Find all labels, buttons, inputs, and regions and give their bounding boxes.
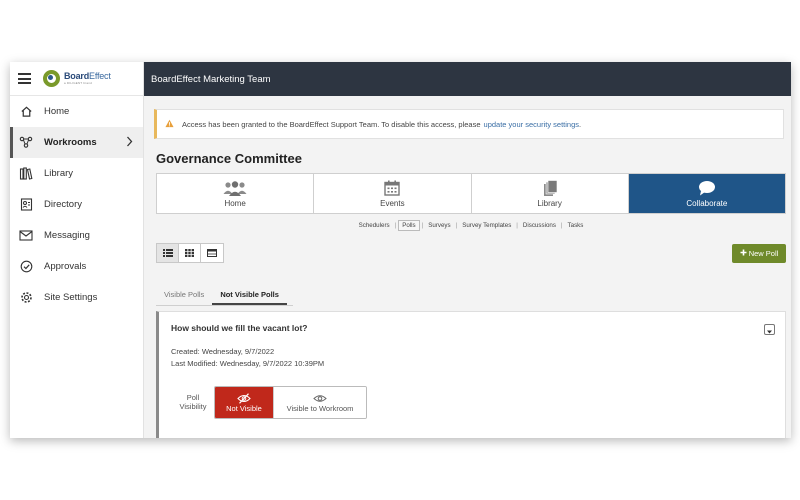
poll-visibility-toggle: Not Visible Visible to Workroom bbox=[214, 386, 367, 419]
new-poll-button[interactable]: New Poll bbox=[732, 244, 786, 263]
logo-wordmark: BoardEffect bbox=[64, 71, 111, 81]
sidebar: BoardEffect a DILIGENT brand Home Workro… bbox=[10, 62, 144, 438]
main-content: BoardEffect Marketing Team Access has be… bbox=[144, 62, 791, 438]
library-icon bbox=[19, 167, 33, 181]
tile-collaborate[interactable]: Collaborate bbox=[628, 174, 785, 213]
grid-view-icon bbox=[185, 244, 194, 262]
warning-icon bbox=[165, 119, 174, 130]
option-label: Visible to Workroom bbox=[286, 404, 354, 413]
subnav-schedulers[interactable]: Schedulers bbox=[356, 221, 393, 230]
sidebar-header: BoardEffect a DILIGENT brand bbox=[10, 62, 143, 96]
eye-icon bbox=[313, 392, 327, 404]
subnav-survey-templates[interactable]: Survey Templates bbox=[459, 221, 514, 230]
sidebar-item-site-settings[interactable]: Site Settings bbox=[10, 282, 143, 313]
alert-text: Access has been granted to the BoardEffe… bbox=[182, 119, 481, 129]
sidebar-item-label: Messaging bbox=[44, 230, 90, 241]
collaborate-subnav: Schedulers | Polls | Surveys | Survey Templ… bbox=[156, 220, 786, 231]
subnav-discussions[interactable]: Discussions bbox=[520, 221, 559, 230]
list-view-button[interactable] bbox=[157, 244, 179, 262]
sidebar-item-label: Library bbox=[44, 168, 74, 179]
check-circle-icon bbox=[19, 260, 33, 274]
workroom-tiles: Home Events Library Collaborate bbox=[156, 173, 786, 214]
sidebar-item-workrooms[interactable]: Workrooms bbox=[10, 127, 143, 158]
sidebar-item-label: Approvals bbox=[44, 261, 87, 272]
people-icon bbox=[222, 179, 248, 197]
hamburger-menu-icon[interactable] bbox=[18, 73, 31, 84]
tile-label: Events bbox=[380, 199, 405, 208]
envelope-icon bbox=[19, 229, 33, 243]
directory-icon bbox=[19, 198, 33, 212]
sidebar-item-library[interactable]: Library bbox=[10, 158, 143, 189]
poll-visibility-label: Poll Visibility bbox=[179, 393, 207, 412]
poll-last-modified: Last Modified: Wednesday, 9/7/2022 10:39… bbox=[171, 359, 325, 368]
subnav-surveys[interactable]: Surveys bbox=[425, 221, 453, 230]
tile-home[interactable]: Home bbox=[157, 174, 315, 213]
security-settings-link[interactable]: update your security settings bbox=[484, 120, 579, 129]
boardeffect-logo[interactable]: BoardEffect a DILIGENT brand bbox=[43, 70, 111, 87]
view-toggle-group bbox=[156, 243, 224, 263]
app-window: BoardEffect a DILIGENT brand Home Workro… bbox=[10, 62, 791, 438]
caret-down-icon bbox=[767, 321, 772, 339]
home-icon bbox=[19, 105, 33, 119]
not-visible-option[interactable]: Not Visible bbox=[215, 387, 273, 418]
sidebar-item-label: Directory bbox=[44, 199, 83, 210]
tab-not-visible-polls[interactable]: Not Visible Polls bbox=[212, 284, 287, 305]
subnav-tasks[interactable]: Tasks bbox=[565, 221, 587, 230]
top-bar: BoardEffect Marketing Team bbox=[144, 62, 791, 96]
poll-visibility-tabs: Visible Polls Not Visible Polls bbox=[156, 284, 293, 306]
option-label: Not Visible bbox=[226, 404, 262, 413]
poll-created: Created: Wednesday, 9/7/2022 bbox=[171, 347, 275, 356]
workroom-title: Governance Committee bbox=[156, 151, 302, 166]
tile-label: Library bbox=[537, 199, 562, 208]
visible-to-workroom-option[interactable]: Visible to Workroom bbox=[273, 387, 366, 418]
tile-events[interactable]: Events bbox=[314, 174, 472, 213]
sidebar-item-messaging[interactable]: Messaging bbox=[10, 220, 143, 251]
tab-visible-polls[interactable]: Visible Polls bbox=[156, 284, 212, 305]
poll-actions-dropdown[interactable] bbox=[764, 324, 775, 335]
chat-bubble-icon bbox=[698, 179, 716, 197]
gear-icon bbox=[19, 291, 33, 305]
plus-icon bbox=[740, 249, 747, 258]
logo-tagline: a DILIGENT brand bbox=[64, 81, 92, 85]
tile-label: Collaborate bbox=[686, 199, 728, 208]
poll-question: How should we fill the vacant lot? bbox=[171, 323, 308, 333]
sidebar-item-label: Site Settings bbox=[44, 292, 98, 303]
tile-label: Home bbox=[224, 199, 246, 208]
subnav-polls[interactable]: Polls bbox=[398, 220, 420, 231]
new-poll-label: New Poll bbox=[748, 249, 779, 258]
poll-card: How should we fill the vacant lot? Creat… bbox=[156, 311, 786, 438]
sidebar-item-label: Workrooms bbox=[44, 137, 97, 148]
sidebar-item-approvals[interactable]: Approvals bbox=[10, 251, 143, 282]
support-access-alert: Access has been granted to the BoardEffe… bbox=[154, 109, 784, 139]
workrooms-icon bbox=[19, 136, 33, 150]
list-view-icon bbox=[162, 244, 173, 262]
site-title: BoardEffect Marketing Team bbox=[151, 73, 271, 85]
eye-slash-icon bbox=[237, 392, 251, 404]
grid-view-button[interactable] bbox=[179, 244, 201, 262]
calendar-icon bbox=[384, 179, 401, 197]
books-icon bbox=[542, 179, 558, 197]
table-view-button[interactable] bbox=[201, 244, 223, 262]
chevron-right-icon[interactable] bbox=[126, 136, 133, 150]
logo-ring-icon bbox=[43, 70, 60, 87]
sidebar-item-home[interactable]: Home bbox=[10, 96, 143, 127]
sidebar-item-directory[interactable]: Directory bbox=[10, 189, 143, 220]
alert-suffix: . bbox=[579, 119, 582, 129]
sidebar-item-label: Home bbox=[44, 106, 70, 117]
table-view-icon bbox=[207, 244, 217, 262]
tile-library[interactable]: Library bbox=[472, 174, 629, 213]
